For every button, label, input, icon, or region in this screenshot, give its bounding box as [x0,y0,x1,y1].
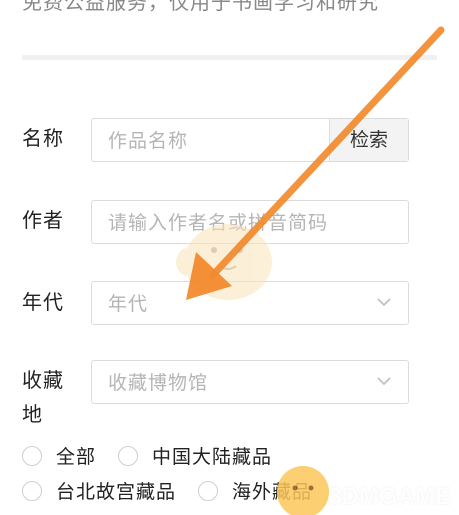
era-placeholder: 年代 [108,293,149,315]
radio-mainland[interactable] [118,445,139,466]
collection-placeholder: 收藏博物馆 [108,372,209,394]
collection-select[interactable]: 收藏博物馆 [91,360,409,404]
collection-label-line2: 地 [22,402,43,426]
radio-label-mainland: 中国大陆藏品 [152,446,273,468]
radio-option-overseas[interactable]: 海外藏品 [198,477,312,504]
radio-option-taipei[interactable]: 台北故宫藏品 [22,477,176,504]
work-name-input[interactable]: 作品名称 检索 [91,118,409,162]
radio-overseas[interactable] [198,480,219,501]
top-note: 免费公益服务，仅用于书画学习和研究 [22,0,379,14]
collection-label-line1: 收藏 [22,368,64,392]
radio-label-all: 全部 [56,446,97,468]
radio-option-mainland[interactable]: 中国大陆藏品 [118,442,272,469]
divider [22,55,437,60]
author-label: 作者 [22,208,64,232]
chevron-down-icon [377,377,391,386]
era-select[interactable]: 年代 [91,281,409,325]
radio-label-taipei: 台北故宫藏品 [56,481,177,503]
radio-taipei[interactable] [22,480,42,501]
radio-row-1: 全部 中国大陆藏品 [22,442,272,469]
arrow-icon [186,26,445,300]
annotation-overlay [176,26,445,515]
radio-row-2: 台北故宫藏品 海外藏品 [22,477,312,504]
era-label: 年代 [22,290,64,314]
watermark-text: 3DMGAME [328,483,451,510]
work-name-placeholder: 作品名称 [108,130,189,152]
search-button[interactable]: 检索 [329,119,408,161]
author-placeholder: 请输入作者名或拼音简码 [108,212,329,234]
chevron-down-icon [377,298,391,307]
radio-option-all[interactable]: 全部 [22,442,96,469]
author-input[interactable]: 请输入作者名或拼音简码 [91,200,409,244]
radio-label-overseas: 海外藏品 [232,481,313,503]
work-name-label: 名称 [22,126,64,150]
radio-all[interactable] [22,445,42,466]
